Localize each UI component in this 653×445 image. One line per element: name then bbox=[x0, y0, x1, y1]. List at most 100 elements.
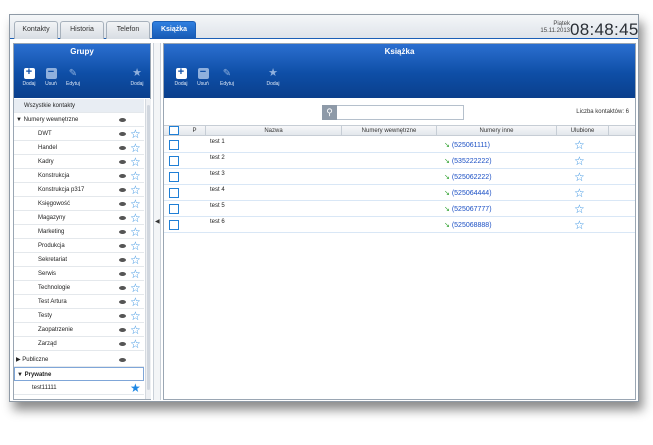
star-outline-icon[interactable]: ☆ bbox=[130, 197, 141, 211]
table-row[interactable]: test 2 ↘ (535222222) ☆ bbox=[164, 153, 635, 169]
group-item[interactable]: Sekretariat ☆ bbox=[14, 253, 144, 267]
groups-scrollbar[interactable] bbox=[145, 99, 151, 399]
group-item[interactable]: Konstrukcja ☆ bbox=[14, 169, 144, 183]
group-item[interactable]: Serwis ☆ bbox=[14, 267, 144, 281]
column-header-name[interactable]: Nazwa bbox=[206, 126, 342, 136]
row-checkbox[interactable] bbox=[169, 188, 179, 198]
eye-icon[interactable] bbox=[119, 314, 126, 318]
group-item-private[interactable]: test11111 ★ bbox=[14, 381, 144, 395]
table-row[interactable]: test 6 ↘ (525068888) ☆ bbox=[164, 217, 635, 233]
table-row[interactable]: test 1 ↘ (525061111) ☆ bbox=[164, 137, 635, 153]
remove-contact-button[interactable]: − Usuń bbox=[192, 67, 214, 88]
search-icon[interactable]: ⚲ bbox=[322, 105, 337, 120]
star-outline-icon[interactable]: ☆ bbox=[130, 253, 141, 267]
add-favorite-contact-button[interactable]: ★ Dodaj bbox=[262, 68, 284, 88]
group-item[interactable]: Zarząd ☆ bbox=[14, 337, 144, 351]
group-item[interactable]: DWT ☆ bbox=[14, 127, 144, 141]
eye-icon[interactable] bbox=[119, 300, 126, 304]
eye-icon[interactable] bbox=[119, 160, 126, 164]
phone-link[interactable]: ↘ (525062222) bbox=[444, 173, 492, 181]
star-outline-icon[interactable]: ☆ bbox=[130, 323, 141, 337]
edit-contact-button[interactable]: ✎ Edytuj bbox=[216, 68, 238, 87]
row-checkbox[interactable] bbox=[169, 156, 179, 166]
phone-link[interactable]: ↘ (525067777) bbox=[444, 205, 492, 213]
star-outline-icon[interactable]: ☆ bbox=[130, 211, 141, 225]
star-outline-icon[interactable]: ☆ bbox=[130, 281, 141, 295]
favorite-star-icon[interactable]: ☆ bbox=[574, 138, 585, 152]
tab-kontakty[interactable]: Kontakty bbox=[14, 21, 58, 39]
eye-icon[interactable] bbox=[119, 258, 126, 262]
star-outline-icon[interactable]: ☆ bbox=[130, 225, 141, 239]
favorite-star-icon[interactable]: ☆ bbox=[574, 218, 585, 232]
phone-link[interactable]: ↘ (525064444) bbox=[444, 189, 492, 197]
star-outline-icon[interactable]: ☆ bbox=[130, 267, 141, 281]
eye-icon[interactable] bbox=[119, 230, 126, 234]
edit-group-button[interactable]: ✎ Edytuj bbox=[62, 68, 84, 87]
eye-icon[interactable] bbox=[119, 358, 126, 362]
eye-icon[interactable] bbox=[119, 342, 126, 346]
row-checkbox[interactable] bbox=[169, 220, 179, 230]
group-item[interactable]: Kadry ☆ bbox=[14, 155, 144, 169]
select-all-checkbox[interactable] bbox=[169, 126, 179, 135]
star-outline-icon[interactable]: ☆ bbox=[130, 337, 141, 351]
eye-icon[interactable] bbox=[119, 328, 126, 332]
column-header-favorites[interactable]: Ulubione bbox=[557, 126, 609, 136]
column-header-p[interactable]: P bbox=[184, 126, 206, 136]
phone-link[interactable]: ↘ (525068888) bbox=[444, 221, 492, 229]
search-input[interactable]: ⚲ bbox=[322, 105, 464, 120]
remove-group-button[interactable]: − Usuń bbox=[40, 67, 62, 88]
add-favorite-group-button[interactable]: ★ Dodaj bbox=[126, 68, 148, 88]
panel-splitter[interactable]: ◀ bbox=[153, 43, 161, 400]
phone-link[interactable]: ↘ (525061111) bbox=[444, 141, 490, 149]
star-outline-icon[interactable]: ☆ bbox=[130, 155, 141, 169]
group-category-private[interactable]: ▼ Prywatne bbox=[14, 367, 144, 381]
phone-link[interactable]: ↘ (535222222) bbox=[444, 157, 492, 165]
favorite-star-icon[interactable]: ☆ bbox=[574, 202, 585, 216]
collapse-arrow-icon[interactable]: ◀ bbox=[155, 218, 160, 225]
tab-telefon[interactable]: Telefon bbox=[106, 21, 150, 39]
eye-icon[interactable] bbox=[119, 216, 126, 220]
group-item[interactable]: Produkcja ☆ bbox=[14, 239, 144, 253]
eye-icon[interactable] bbox=[119, 146, 126, 150]
favorite-star-icon[interactable]: ☆ bbox=[574, 154, 585, 168]
group-item[interactable]: Magazyny ☆ bbox=[14, 211, 144, 225]
eye-icon[interactable] bbox=[119, 244, 126, 248]
row-checkbox[interactable] bbox=[169, 172, 179, 182]
row-checkbox[interactable] bbox=[169, 140, 179, 150]
group-item[interactable]: Zaopatrzenie ☆ bbox=[14, 323, 144, 337]
eye-icon[interactable] bbox=[119, 188, 126, 192]
group-item[interactable]: Księgowość ☆ bbox=[14, 197, 144, 211]
group-item[interactable]: Technologie ☆ bbox=[14, 281, 144, 295]
favorite-star-icon[interactable]: ☆ bbox=[574, 170, 585, 184]
group-category-public[interactable]: ▶ Publiczne bbox=[14, 353, 144, 367]
scrollbar-thumb[interactable] bbox=[147, 105, 150, 390]
favorite-star-icon[interactable]: ☆ bbox=[574, 186, 585, 200]
row-checkbox[interactable] bbox=[169, 204, 179, 214]
star-outline-icon[interactable]: ☆ bbox=[130, 127, 141, 141]
tab-historia[interactable]: Historia bbox=[60, 21, 104, 39]
star-outline-icon[interactable]: ☆ bbox=[130, 295, 141, 309]
eye-icon[interactable] bbox=[119, 118, 126, 122]
eye-icon[interactable] bbox=[119, 132, 126, 136]
group-all-contacts[interactable]: Wszystkie kontakty bbox=[14, 99, 144, 113]
table-row[interactable]: test 4 ↘ (525064444) ☆ bbox=[164, 185, 635, 201]
group-item[interactable]: Testy ☆ bbox=[14, 309, 144, 323]
star-outline-icon[interactable]: ☆ bbox=[130, 309, 141, 323]
eye-icon[interactable] bbox=[119, 174, 126, 178]
group-item[interactable]: Konstrukcja p317 ☆ bbox=[14, 183, 144, 197]
add-group-button[interactable]: + Dodaj bbox=[18, 67, 40, 88]
table-row[interactable]: test 5 ↘ (525067777) ☆ bbox=[164, 201, 635, 217]
star-outline-icon[interactable]: ☆ bbox=[130, 239, 141, 253]
table-row[interactable]: test 3 ↘ (525062222) ☆ bbox=[164, 169, 635, 185]
column-header-internal[interactable]: Numery wewnętrzne bbox=[342, 126, 437, 136]
group-item[interactable]: Handel ☆ bbox=[14, 141, 144, 155]
star-outline-icon[interactable]: ☆ bbox=[130, 183, 141, 197]
star-outline-icon[interactable]: ☆ bbox=[130, 141, 141, 155]
add-contact-button[interactable]: + Dodaj bbox=[170, 67, 192, 88]
star-filled-icon[interactable]: ★ bbox=[130, 381, 141, 395]
group-item[interactable]: Marketing ☆ bbox=[14, 225, 144, 239]
eye-icon[interactable] bbox=[119, 272, 126, 276]
eye-icon[interactable] bbox=[119, 202, 126, 206]
eye-icon[interactable] bbox=[119, 286, 126, 290]
star-outline-icon[interactable]: ☆ bbox=[130, 169, 141, 183]
